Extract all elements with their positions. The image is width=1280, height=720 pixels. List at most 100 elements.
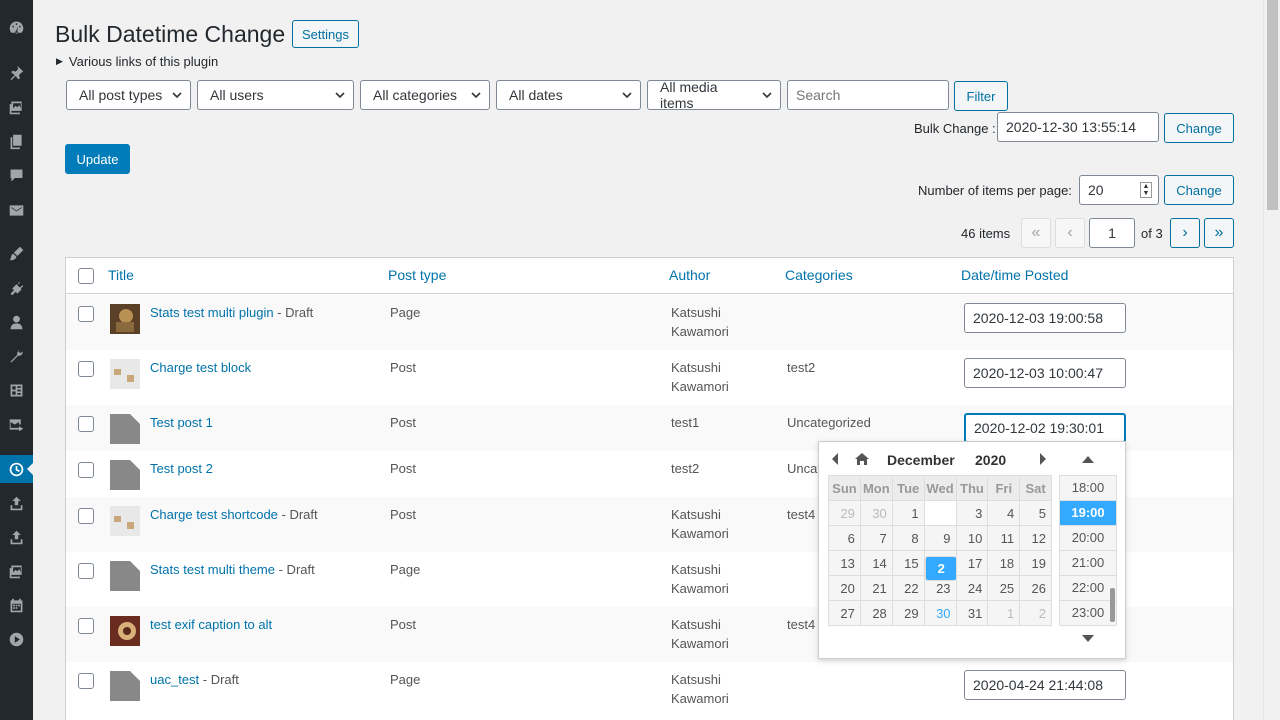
row-title[interactable]: Test post 1: [150, 415, 213, 430]
calendar-day[interactable]: 7: [859, 525, 893, 551]
row-title[interactable]: Test post 2: [150, 461, 213, 476]
tools-wrench-icon[interactable]: [0, 342, 33, 370]
calendar-icon[interactable]: [0, 591, 33, 619]
mail-icon[interactable]: [0, 196, 33, 224]
calendar-day[interactable]: 31: [955, 600, 989, 626]
row-title[interactable]: test exif caption to alt: [150, 617, 272, 632]
time-option[interactable]: 23:00: [1060, 601, 1116, 626]
row-checkbox[interactable]: [78, 508, 94, 524]
calendar-day[interactable]: 5: [1019, 500, 1052, 526]
picker-year[interactable]: 2020: [975, 452, 1006, 468]
calendar-day[interactable]: 3: [955, 500, 989, 526]
picker-month[interactable]: December: [887, 452, 955, 468]
calendar-day[interactable]: 13: [828, 550, 861, 576]
play-icon[interactable]: [0, 625, 33, 653]
calendar-day[interactable]: 17: [955, 550, 989, 576]
bulk-datetime-input[interactable]: 2020-12-30 13:55:14: [997, 112, 1159, 142]
time-option[interactable]: 22:00: [1060, 576, 1116, 601]
time-option[interactable]: 19:00: [1060, 501, 1116, 526]
column-author[interactable]: Author: [669, 267, 710, 283]
time-option[interactable]: 21:00: [1060, 551, 1116, 576]
row-title[interactable]: Charge test block: [150, 360, 251, 375]
time-up-icon[interactable]: [1081, 455, 1095, 464]
calendar-day[interactable]: 9: [923, 525, 957, 551]
calendar-day[interactable]: 14: [859, 550, 893, 576]
calendar-day[interactable]: 27: [828, 600, 861, 626]
users-icon[interactable]: [0, 308, 33, 336]
time-list[interactable]: 18:00 19:00 20:00 21:00 22:00 23:00: [1059, 475, 1117, 626]
row-title-link[interactable]: Test post 2: [150, 461, 213, 476]
calendar-day[interactable]: 24: [955, 575, 989, 601]
row-title[interactable]: Charge test shortcode - Draft: [150, 507, 318, 522]
clock-icon[interactable]: [0, 455, 33, 483]
media-select[interactable]: All media items: [647, 79, 781, 111]
row-title[interactable]: Stats test multi plugin - Draft: [150, 305, 313, 320]
time-option[interactable]: 18:00: [1060, 476, 1116, 501]
links-summary[interactable]: ▶ Various links of this plugin: [56, 54, 218, 69]
calendar-day[interactable]: 22: [891, 575, 925, 601]
filter-button[interactable]: Filter: [954, 81, 1008, 111]
calendar-day[interactable]: 30: [859, 500, 893, 526]
settings-button[interactable]: Settings: [292, 20, 359, 48]
calendar-day[interactable]: 8: [891, 525, 925, 551]
calendar-day[interactable]: 1: [891, 500, 925, 526]
row-datetime-input[interactable]: 2020-12-02 19:30:01: [964, 413, 1126, 443]
row-title-link[interactable]: Stats test multi theme: [150, 562, 275, 577]
calendar-day[interactable]: 2: [924, 555, 957, 581]
calendar-day[interactable]: 12: [1019, 525, 1052, 551]
last-page-button[interactable]: »: [1204, 218, 1234, 248]
row-datetime-input[interactable]: 2020-04-24 21:44:08: [964, 670, 1126, 700]
post-type-select[interactable]: All post types: [66, 80, 191, 110]
next-page-button[interactable]: ›: [1170, 218, 1200, 248]
row-datetime-input[interactable]: 2020-12-03 10:00:47: [964, 358, 1126, 388]
calendar-day[interactable]: 28: [859, 600, 893, 626]
calendar-day[interactable]: 2: [1019, 600, 1052, 626]
calendar-day[interactable]: 29: [828, 500, 861, 526]
column-categories[interactable]: Categories: [785, 267, 853, 283]
row-checkbox[interactable]: [78, 673, 94, 689]
prev-month-icon[interactable]: [830, 452, 840, 466]
row-checkbox[interactable]: [78, 462, 94, 478]
prev-page-button[interactable]: ‹: [1055, 218, 1085, 248]
calendar-day[interactable]: 15: [891, 550, 925, 576]
search-input[interactable]: Search: [787, 80, 949, 110]
row-title-link[interactable]: Test post 1: [150, 415, 213, 430]
calendar-day[interactable]: 21: [859, 575, 893, 601]
column-date[interactable]: Date/time Posted: [961, 267, 1068, 283]
plugins-icon[interactable]: [0, 274, 33, 302]
scrollbar-thumb[interactable]: [1267, 0, 1278, 210]
calendar-day[interactable]: 18: [987, 550, 1021, 576]
row-title-link[interactable]: Charge test block: [150, 360, 251, 375]
row-checkbox[interactable]: [78, 563, 94, 579]
first-page-button[interactable]: «: [1021, 218, 1051, 248]
number-spinner[interactable]: ▲ ▼: [1140, 182, 1152, 198]
row-title-link[interactable]: test exif caption to alt: [150, 617, 272, 632]
next-month-icon[interactable]: [1038, 452, 1048, 466]
calendar-day[interactable]: 4: [987, 500, 1021, 526]
column-post-type[interactable]: Post type: [388, 267, 446, 283]
calendar-day[interactable]: 30: [923, 600, 957, 626]
bulk-change-button[interactable]: Change: [1164, 113, 1234, 143]
comments-icon[interactable]: [0, 161, 33, 189]
calendar-day[interactable]: 11: [987, 525, 1021, 551]
dates-select[interactable]: All dates: [496, 80, 641, 110]
home-icon[interactable]: [854, 452, 870, 466]
select-all-checkbox[interactable]: [78, 268, 94, 284]
pages-icon[interactable]: [0, 127, 33, 155]
row-checkbox[interactable]: [78, 361, 94, 377]
calendar-day[interactable]: 29: [891, 600, 925, 626]
row-datetime-input[interactable]: 2020-12-03 19:00:58: [964, 303, 1126, 333]
posts-pin-icon[interactable]: [0, 58, 33, 86]
row-title-link[interactable]: Charge test shortcode: [150, 507, 278, 522]
row-checkbox[interactable]: [78, 618, 94, 634]
calendar-day[interactable]: 1: [987, 600, 1021, 626]
categories-select[interactable]: All categories: [360, 80, 490, 110]
per-page-change-button[interactable]: Change: [1164, 175, 1234, 205]
column-title[interactable]: Title: [108, 267, 134, 283]
calendar-day[interactable]: 26: [1019, 575, 1052, 601]
row-title-link[interactable]: Stats test multi plugin: [150, 305, 274, 320]
calendar-day[interactable]: 19: [1019, 550, 1052, 576]
mail-forward-icon[interactable]: [0, 410, 33, 438]
row-checkbox[interactable]: [78, 416, 94, 432]
time-option[interactable]: 20:00: [1060, 526, 1116, 551]
